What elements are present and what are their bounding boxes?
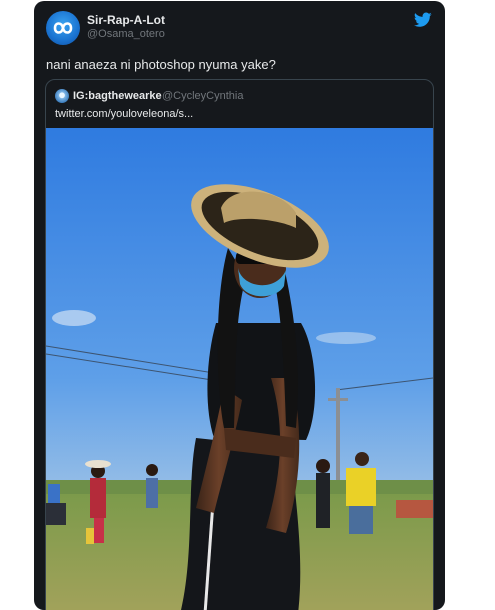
author-avatar[interactable]	[46, 11, 80, 45]
quoted-author-avatar[interactable]	[55, 89, 69, 103]
quoted-author-handle[interactable]: @CycleyCynthia	[162, 90, 243, 102]
twitter-bird-icon[interactable]	[414, 12, 432, 28]
quoted-author-name[interactable]: IG:bagthewearke	[73, 90, 162, 102]
quoted-tweet-link[interactable]: twitter.com/youloveleona/s...	[55, 108, 193, 120]
tweet-photo[interactable]	[46, 128, 433, 610]
tweet-text: nani anaeza ni photoshop nyuma yake?	[46, 57, 276, 72]
tweet-card[interactable]: Sir-Rap-A-Lot @Osama_otero nani anaeza n…	[34, 1, 445, 610]
author-handle[interactable]: @Osama_otero	[87, 28, 165, 40]
quoted-tweet[interactable]: IG:bagthewearke @CycleyCynthia twitter.c…	[45, 79, 434, 610]
avatar-logo-icon	[53, 22, 73, 34]
author-name[interactable]: Sir-Rap-A-Lot	[87, 13, 165, 27]
